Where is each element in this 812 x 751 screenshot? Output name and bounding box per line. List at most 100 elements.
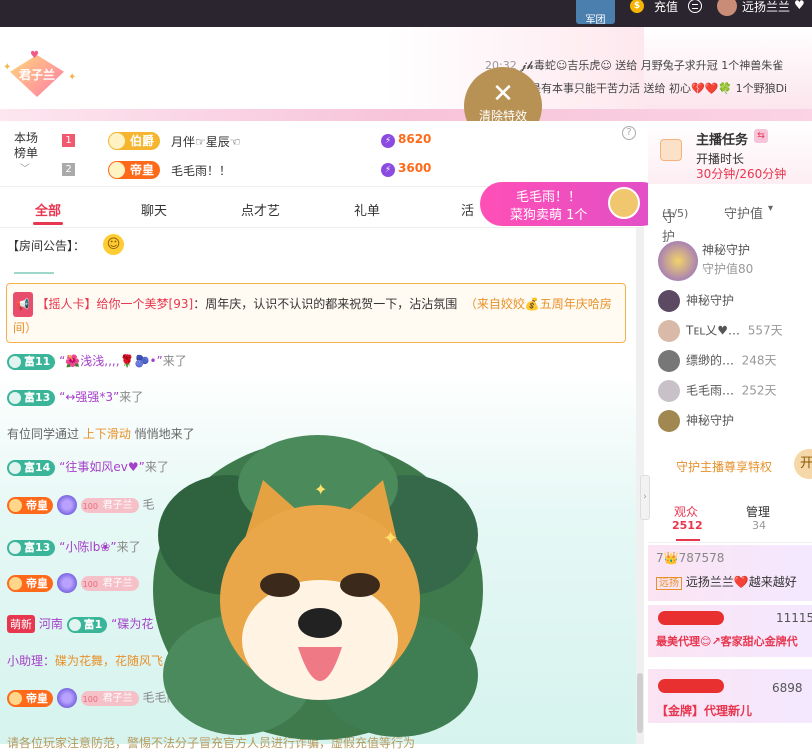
recharge-link[interactable]: 充值: [654, 0, 678, 15]
guard-avatar: [658, 380, 680, 402]
chevron-down-icon[interactable]: ▾: [768, 203, 773, 214]
audience-tabs: 观众 2512 管理 34: [648, 491, 812, 543]
rank-number: 2: [62, 163, 75, 176]
sparkle-icon: ✦: [3, 62, 12, 73]
guard-avatar: [658, 410, 680, 432]
vip-badge: [658, 611, 724, 625]
close-icon: ✕: [492, 79, 514, 109]
leaderboard-label[interactable]: 本场 榜单: [14, 131, 38, 161]
collapse-panel-button[interactable]: ›: [640, 475, 650, 520]
guard-privilege-link[interactable]: 守护主播尊享特权: [676, 458, 772, 475]
fan-badge: 君子兰: [80, 575, 139, 592]
coin-icon: $: [630, 0, 644, 13]
guard-avatar: [658, 290, 680, 312]
guard-item[interactable]: 毛毛雨… 252天: [658, 380, 777, 402]
guard-item[interactable]: 神秘守护: [658, 410, 734, 432]
open-guard-button[interactable]: 开: [794, 449, 812, 479]
flower-icon: [56, 688, 77, 708]
audience-user[interactable]: 1111520 最美代理😊↗客家甜心金牌代: [648, 605, 812, 657]
broadcast-message: 20:32 𝓳𝓱毒蛇☺吉乐虎☺ 送给 月野兔子求升冠 1个神兽朱雀: [485, 59, 784, 72]
switch-icon[interactable]: ⇆: [754, 129, 768, 143]
megaphone-icon: 📢: [13, 292, 33, 317]
rank-score: 3600: [398, 161, 432, 175]
rank-user-name[interactable]: 毛毛雨！！: [171, 162, 231, 179]
active-tab-indicator: [33, 222, 63, 225]
gift-dog-icon: [608, 187, 640, 219]
legion-button[interactable]: 军团: [576, 0, 615, 26]
active-tab-indicator: [676, 539, 700, 541]
entry-message: 富14 “往事如风ev♥”来了: [7, 458, 169, 476]
entry-message: 富11 “🌺浅浅,,,,🌹🫐•”来了: [7, 352, 187, 370]
gift-animation-dog: [148, 425, 490, 744]
newbie-badge: 萌新: [7, 615, 35, 633]
chat-user-name[interactable]: “往事如风ev♥”: [59, 460, 145, 474]
rank-user-name[interactable]: 月伴☞星辰☜: [171, 133, 241, 150]
heart-icon: ♥: [794, 0, 805, 12]
sparkle-icon: ✦: [68, 72, 77, 83]
vip-badge: [658, 679, 724, 693]
user-avatar[interactable]: [717, 0, 737, 16]
guard-item[interactable]: 神秘守护: [658, 290, 734, 312]
emperor-badge: 帝皇: [7, 689, 53, 707]
tab-all[interactable]: 全部: [35, 200, 61, 219]
chat-message: 帝皇 君子兰: [7, 573, 139, 593]
guard-avatar: [658, 350, 680, 372]
audience-user[interactable]: 7👑787578 远扬 远扬兰兰❤️越来越好: [648, 545, 812, 601]
tab-talent[interactable]: 点才艺: [241, 200, 280, 219]
divider: [14, 272, 54, 274]
manage-count: 34: [752, 519, 766, 532]
sparkle-icon: ✦: [383, 528, 399, 549]
decor-strip: [0, 109, 812, 121]
announcement-label: 【房间公告】：: [7, 239, 86, 253]
emperor-badge: 帝皇: [7, 496, 53, 514]
tab-guard-value[interactable]: 守护值: [724, 203, 763, 222]
title-badge-earl: 伯爵: [108, 132, 161, 150]
username[interactable]: 远扬兰兰: [742, 0, 790, 15]
tab-chat[interactable]: 聊天: [141, 200, 167, 219]
menu-icon[interactable]: [688, 0, 702, 13]
rank-number: 1: [62, 134, 75, 147]
heart-icon: ♥: [30, 50, 39, 61]
smile-emoji-icon: ☺: [103, 234, 124, 255]
session-leaderboard: 本场 榜单 ﹀ 1 伯爵 月伴☞星辰☜ ⚡ 8620 2 帝皇 毛毛雨！！ ⚡ 3…: [0, 121, 644, 187]
wealth-level-badge: 富14: [7, 459, 56, 476]
entry-message: 富13 “↔强强*3”来了: [7, 388, 143, 406]
tab-manage[interactable]: 管理: [746, 503, 770, 520]
audience-user[interactable]: 6898 【金牌】代理新儿: [648, 669, 812, 723]
rank-score: 8620: [398, 132, 432, 146]
host-task-card[interactable]: 主播任务 ⇆ 开播时长 30分钟/260分钟: [648, 121, 812, 184]
guard-item[interactable]: Tᴇʟ乂♥… 557天: [658, 320, 783, 342]
guard-item[interactable]: 缥缈的… 248天: [658, 350, 777, 372]
wealth-level-badge: 富11: [7, 353, 56, 370]
chat-user-name[interactable]: “🌺浅浅,,,,🌹🫐•”: [59, 354, 163, 368]
chat-message: 帝皇 君子兰 毛: [7, 495, 155, 515]
tab-activity[interactable]: 活: [461, 200, 474, 219]
wealth-level-badge: 富1: [66, 616, 108, 633]
sparkle-icon: ✦: [314, 480, 328, 499]
cabbage-dog-icon: [153, 435, 483, 740]
fan-badge: 君子兰: [80, 497, 139, 514]
flower-icon: [56, 573, 77, 593]
calendar-icon: [660, 139, 682, 161]
flower-icon: [56, 495, 77, 515]
scroll-thumb[interactable]: [637, 673, 643, 733]
chat-user-name[interactable]: “↔强强*3”: [59, 390, 119, 404]
tab-gifts[interactable]: 礼单: [354, 200, 380, 219]
wealth-level-badge: 富13: [7, 389, 56, 406]
fan-badge: 君子兰: [80, 690, 139, 707]
chevron-down-icon[interactable]: ﹀: [20, 160, 30, 175]
card-sender[interactable]: 给你一个美梦[93]: [97, 297, 194, 311]
entry-message: 萌新 河南 富1 “碟为花: [7, 615, 153, 633]
assistant-message: 小助理：碟为花舞，花随风飞: [7, 654, 164, 668]
guard-tabs: 守护 (1/5) 守护值 ▾: [662, 203, 774, 245]
chat-user-name[interactable]: “小陈lb❀”: [59, 540, 116, 554]
lightning-icon: ⚡: [381, 163, 395, 177]
fan-club-badge-label: 君子兰: [18, 68, 55, 82]
help-icon[interactable]: ?: [622, 126, 636, 140]
audience-count: 2512: [672, 519, 703, 532]
guard-avatar: [658, 320, 680, 342]
guard-item[interactable]: 神秘守护 守护值80: [658, 241, 753, 281]
tab-audience[interactable]: 观众: [674, 503, 698, 520]
gift-notification: 毛毛雨！！ 菜狗卖萌 1个: [480, 182, 664, 226]
entry-message: 富13 “小陈lb❀”来了: [7, 538, 141, 556]
